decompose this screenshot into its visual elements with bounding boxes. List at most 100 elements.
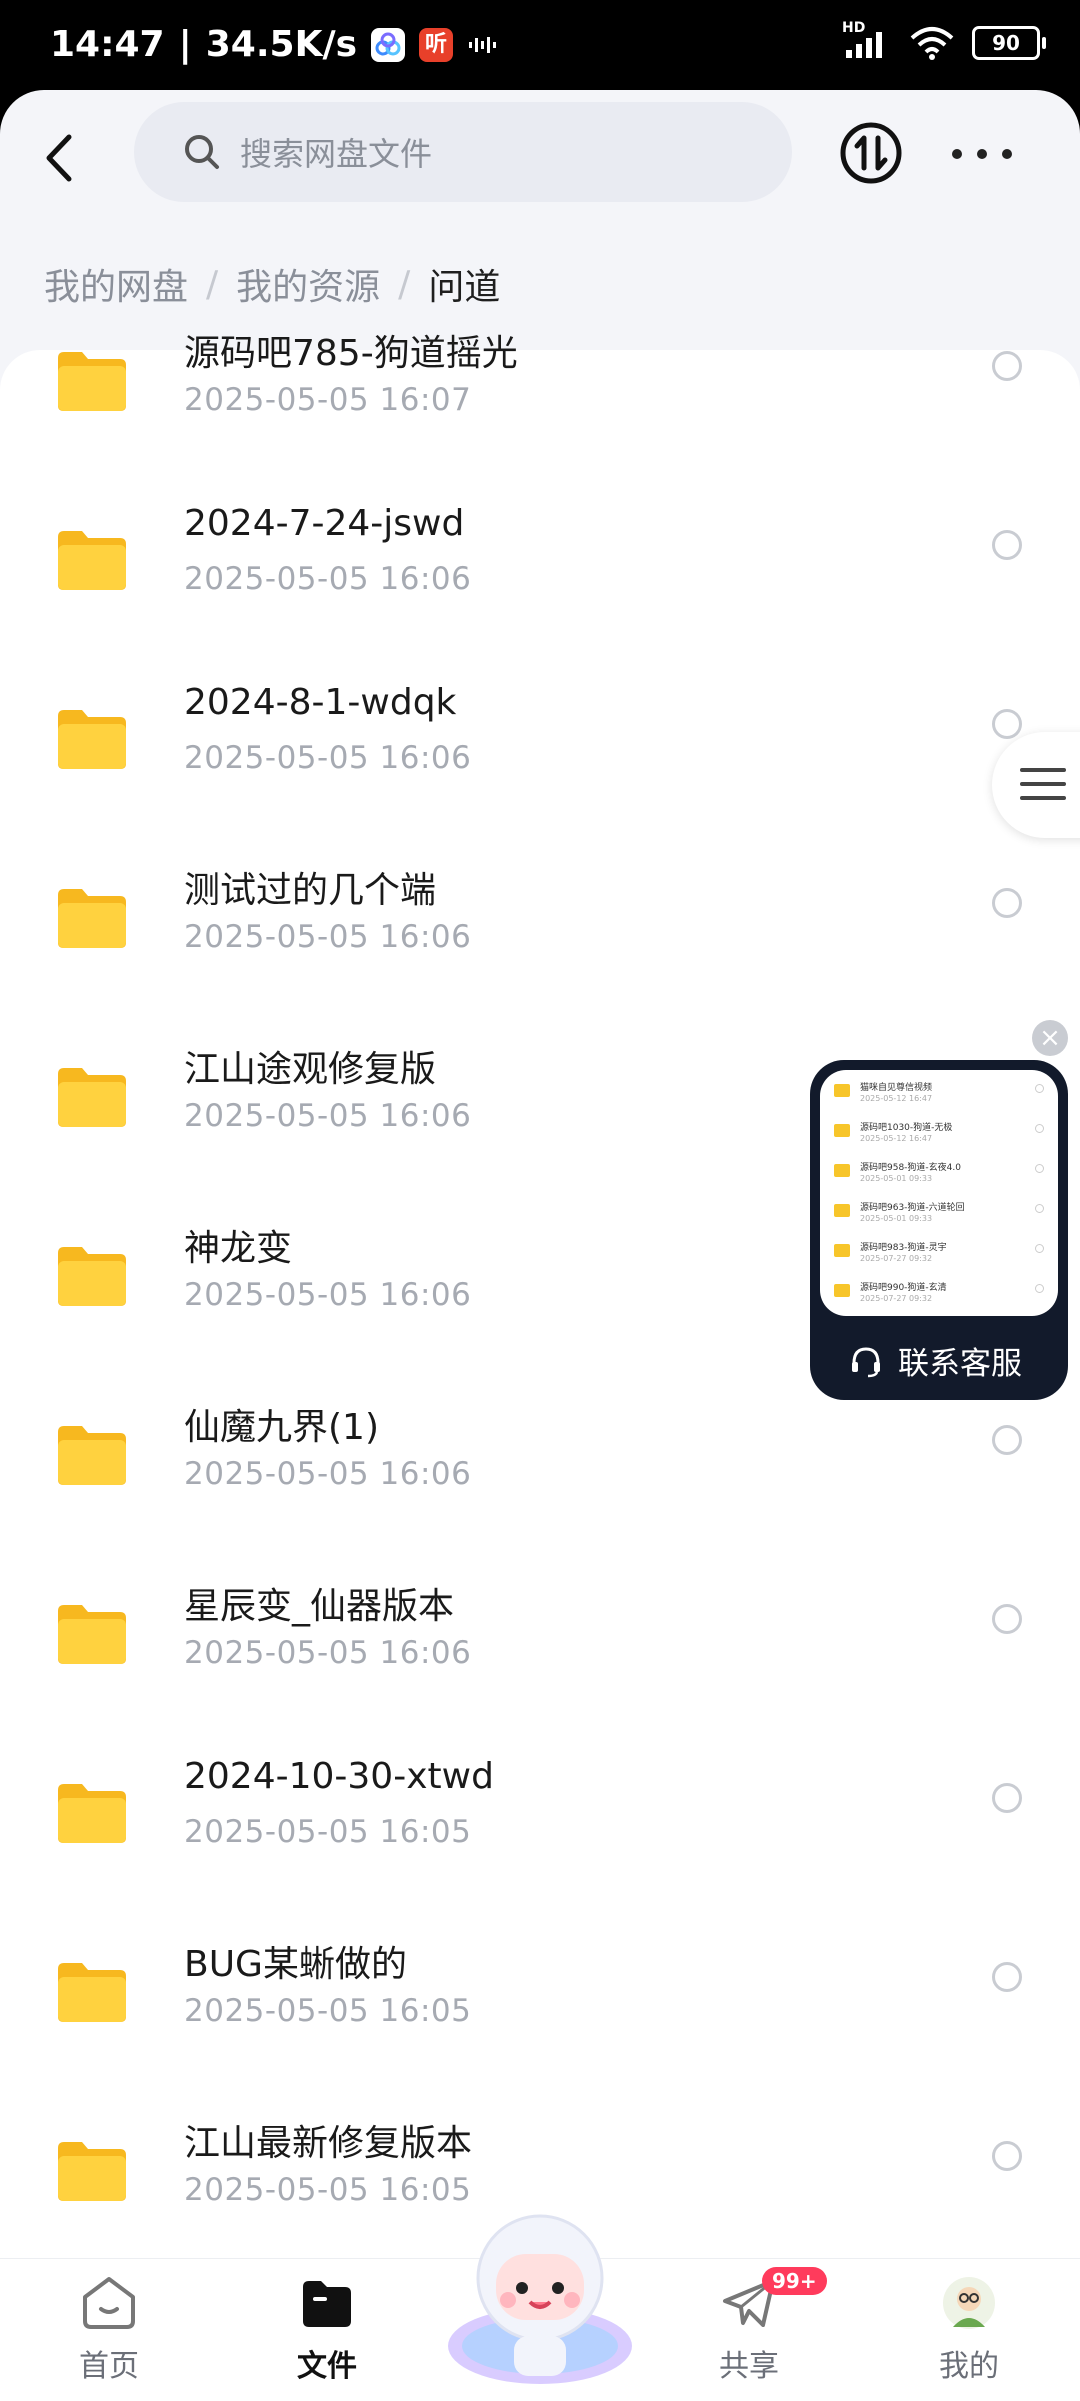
nav-share[interactable]: 99+ 共享: [674, 2267, 827, 2385]
nav-home[interactable]: 首页: [34, 2273, 184, 2385]
file-name: 江山途观修复版: [184, 1049, 437, 1090]
file-name: 神龙变: [184, 1228, 293, 1269]
search-input[interactable]: 搜索网盘文件: [134, 102, 792, 202]
breadcrumb-separator: /: [398, 263, 411, 305]
net-speed: 34.5K/s: [205, 24, 358, 65]
battery-indicator: 90: [972, 26, 1046, 60]
customer-service-widget[interactable]: 猫咪自见尊信视频 2025-05-12 16:47 源码吧1030-狗道-无极 20…: [810, 1060, 1068, 1400]
preview-date: 2025-05-12 16:47: [860, 1134, 933, 1143]
top-bar: 搜索网盘文件: [0, 90, 1080, 230]
preview-date: 2025-07-27 09:32: [860, 1254, 933, 1263]
nav-home-label: 首页: [79, 2349, 139, 2384]
select-checkbox[interactable]: [992, 1604, 1022, 1634]
nav-share-label: 共享: [719, 2349, 779, 2384]
file-name: 2024-7-24-jswd: [184, 503, 465, 544]
preview-name: 猫咪自见尊信视频: [860, 1083, 933, 1093]
clock: 14:47: [50, 24, 165, 65]
file-name: 2024-10-30-xtwd: [184, 1756, 494, 1797]
folder-icon: [58, 1963, 126, 2022]
mini-folder-icon: [834, 1124, 850, 1137]
folder-icon: [58, 1426, 126, 1485]
mini-folder-icon: [834, 1084, 850, 1097]
list-item[interactable]: 源码吧785-狗道摇光 2025-05-05 16:07: [0, 318, 1080, 497]
select-checkbox[interactable]: [992, 709, 1022, 739]
folder-icon: [58, 710, 126, 769]
baidu-netdisk-status-icon: [371, 27, 406, 62]
share-badge: 99+: [762, 2267, 827, 2295]
file-date: 2025-05-05 16:06: [184, 561, 472, 597]
list-item[interactable]: BUG某蜥做的 2025-05-05 16:05: [0, 1929, 1080, 2108]
file-name: 星辰变_仙器版本: [184, 1586, 455, 1627]
nav-me[interactable]: 我的: [894, 2273, 1044, 2385]
mini-dot: [1035, 1244, 1044, 1253]
file-name: 2024-8-1-wdqk: [184, 682, 457, 723]
mini-dot: [1035, 1284, 1044, 1293]
transfer-icon: [840, 122, 902, 184]
preview-date: 2025-05-01 09:33: [860, 1214, 933, 1223]
list-item[interactable]: 星辰变_仙器版本 2025-05-05 16:06: [0, 1571, 1080, 1750]
file-date: 2025-05-05 16:05: [184, 2172, 472, 2208]
dot: [1002, 149, 1012, 159]
preview-date: 2025-05-12 16:47: [860, 1094, 933, 1103]
preview-row: 源码吧990-狗道-玄清 2025-07-27 09:32: [834, 1278, 1044, 1314]
folder-icon: [58, 1247, 126, 1306]
back-button[interactable]: [36, 128, 80, 188]
preview-row: 源码吧1030-狗道-无极 2025-05-12 16:47: [834, 1118, 1044, 1154]
mini-folder-icon: [834, 1204, 850, 1217]
select-checkbox[interactable]: [992, 2141, 1022, 2171]
file-date: 2025-05-05 16:05: [184, 1814, 472, 1850]
list-item[interactable]: 2024-10-30-xtwd 2025-05-05 16:05: [0, 1750, 1080, 1929]
breadcrumb: 我的网盘 / 我的资源 / 问道: [44, 258, 500, 310]
breadcrumb-item-current: 问道: [428, 267, 501, 308]
listen-app-status-icon: 听: [419, 27, 454, 62]
file-date: 2025-05-05 16:06: [184, 1277, 472, 1313]
select-checkbox[interactable]: [992, 1962, 1022, 1992]
folder-icon: [58, 1068, 126, 1127]
select-checkbox[interactable]: [992, 1425, 1022, 1455]
avatar-icon: [943, 2277, 995, 2329]
preview-name: 源码吧1030-狗道-无极: [860, 1123, 953, 1133]
status-bar: 14:47 | 34.5K/s 听 HD 90: [0, 0, 1080, 92]
breadcrumb-item-resources[interactable]: 我的资源: [236, 258, 380, 310]
list-item[interactable]: 2024-8-1-wdqk 2025-05-05 16:06: [0, 676, 1080, 855]
list-item[interactable]: 仙魔九界(1) 2025-05-05 16:06: [0, 1392, 1080, 1571]
select-checkbox[interactable]: [992, 351, 1022, 381]
audio-wave-icon: [469, 36, 497, 53]
select-checkbox[interactable]: [992, 530, 1022, 560]
headset-icon: [852, 1346, 880, 1377]
preview-name: 源码吧983-狗道-灵宇: [860, 1243, 947, 1253]
list-item[interactable]: 2024-7-24-jswd 2025-05-05 16:06: [0, 497, 1080, 676]
select-checkbox[interactable]: [992, 1783, 1022, 1813]
mascot-assistant-icon[interactable]: [444, 2196, 636, 2386]
file-date: 2025-05-05 16:06: [184, 1456, 472, 1492]
list-item[interactable]: 测试过的几个端 2025-05-05 16:06: [0, 855, 1080, 1034]
preview-row: 源码吧958-狗道-玄夜4.0 2025-05-01 09:33: [834, 1158, 1044, 1194]
select-checkbox[interactable]: [992, 888, 1022, 918]
preview-name: 源码吧958-狗道-玄夜4.0: [860, 1163, 961, 1173]
preview-date: 2025-07-27 09:32: [860, 1294, 933, 1303]
wifi-icon: [910, 27, 954, 60]
file-date: 2025-05-05 16:06: [184, 919, 472, 955]
transfer-list-button[interactable]: [838, 120, 904, 186]
file-name: 江山最新修复版本: [184, 2123, 473, 2164]
folder-icon: [58, 889, 126, 948]
mini-folder-icon: [834, 1244, 850, 1257]
folder-icon: [58, 1605, 126, 1664]
preview-row: 源码吧983-狗道-灵宇 2025-07-27 09:32: [834, 1238, 1044, 1274]
mini-folder-icon: [834, 1284, 850, 1297]
status-right: HD 90: [842, 20, 1046, 60]
breadcrumb-item-root[interactable]: 我的网盘: [44, 258, 188, 310]
breadcrumb-separator: /: [206, 263, 219, 305]
file-date: 2025-05-05 16:06: [184, 1635, 472, 1671]
close-service-button[interactable]: ×: [1032, 1020, 1068, 1056]
nav-files-label: 文件: [297, 2349, 357, 2384]
service-preview: 猫咪自见尊信视频 2025-05-12 16:47 源码吧1030-狗道-无极 20…: [820, 1070, 1058, 1316]
file-date: 2025-05-05 16:06: [184, 1098, 472, 1134]
preview-name: 源码吧990-狗道-玄清: [860, 1283, 947, 1293]
signal-icon: HD: [842, 20, 892, 60]
folder-icon: [58, 531, 126, 590]
search-placeholder: 搜索网盘文件: [240, 135, 433, 173]
mini-dot: [1035, 1204, 1044, 1213]
nav-files[interactable]: 文件: [252, 2273, 402, 2385]
more-options-button[interactable]: [952, 132, 1012, 176]
